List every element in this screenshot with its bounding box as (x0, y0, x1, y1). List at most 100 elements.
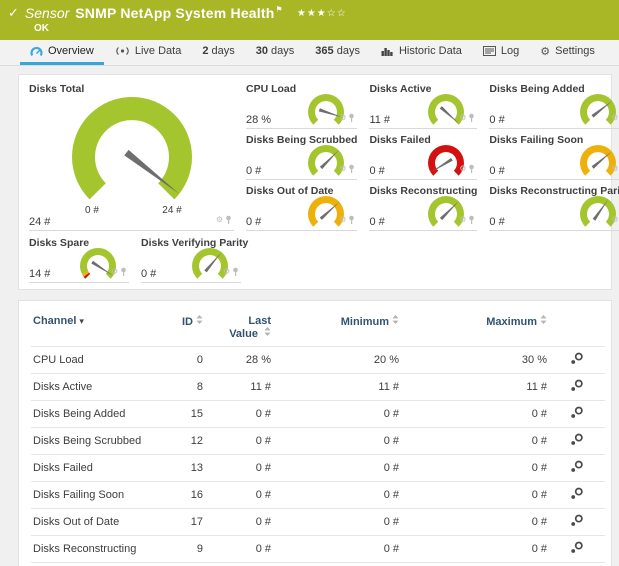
gauge-value: 0 # (246, 216, 261, 228)
gauge-needle (320, 202, 340, 220)
channel-name[interactable]: CPU Load (31, 347, 163, 374)
channel-name[interactable]: Disks Failing Soon (31, 482, 163, 509)
channel-settings-icon[interactable] (570, 437, 584, 449)
channel-settings-icon[interactable] (570, 545, 584, 557)
gauge-gear-icon[interactable]: ⚙ (339, 216, 346, 224)
table-row-disks-being-scrubbed: Disks Being Scrubbed120 #0 #0 # (31, 428, 605, 455)
sensor-title: SNMP NetApp System Health⚑ (75, 5, 283, 21)
gauge-pin-icon[interactable] (468, 160, 475, 178)
last-value: 0 # (205, 509, 273, 536)
channel-id: 17 (163, 509, 205, 536)
log-icon (483, 46, 496, 56)
channel-settings-icon[interactable] (570, 410, 584, 422)
gauge-pin-icon[interactable] (468, 109, 475, 127)
settings-icon: ⚙ (540, 45, 550, 58)
historic-data-icon (381, 46, 394, 56)
gauge-value: 0 # (489, 114, 504, 126)
maximum-value: 11 # (401, 374, 549, 401)
gauge-pin-icon[interactable] (120, 263, 127, 281)
gauge-value: 11 # (369, 114, 390, 126)
channel-name[interactable]: Disks Reconstructing P... (31, 563, 163, 566)
gauge-pin-icon[interactable] (232, 263, 239, 281)
table-header-row: Channel▾IDLastValue MinimumMaximum (31, 307, 605, 347)
maximum-value: 0 # (401, 563, 549, 566)
table-row-disks-reconstructing: Disks Reconstructing90 #0 #0 # (31, 536, 605, 563)
gauge-gear-icon[interactable]: ⚙ (459, 114, 466, 122)
gauge-needle (320, 150, 339, 169)
channel-name[interactable]: Disks Out of Date (31, 509, 163, 536)
column-header-actions (549, 307, 605, 347)
gauge-pin-icon[interactable] (468, 211, 475, 229)
gauge-pin-icon[interactable] (348, 211, 355, 229)
column-header-last-value[interactable]: LastValue (205, 307, 273, 347)
column-label: LastValue (211, 315, 271, 340)
gauge-gear-icon[interactable]: ⚙ (111, 268, 118, 276)
maximum-value: 0 # (401, 428, 549, 455)
column-header-maximum[interactable]: Maximum (401, 307, 549, 347)
gauge-disks-spare: Disks Spare14 #⚙ (29, 237, 129, 283)
gauge-scale-min: 0 # (85, 205, 99, 216)
table-row-disks-being-added: Disks Being Added150 #0 #0 # (31, 401, 605, 428)
channel-settings-icon[interactable] (570, 383, 584, 395)
gauge-gear-icon[interactable]: ⚙ (611, 165, 618, 173)
column-header-channel[interactable]: Channel▾ (31, 307, 163, 347)
gauge-value: 0 # (141, 268, 156, 280)
channel-settings-icon[interactable] (570, 491, 584, 503)
channel-settings-cell (549, 536, 605, 563)
sensor-status-header: ✓ Sensor SNMP NetApp System Health⚑ ★★★☆… (0, 0, 619, 40)
gauge-disks-total: Disks Total 0 #24 # 24 # ⚙ (29, 83, 234, 231)
table-row-cpu-load: CPU Load028 %20 %30 % (31, 347, 605, 374)
tab-historic-data[interactable]: Historic Data (371, 40, 472, 65)
tab-label: 30 days (256, 45, 295, 57)
priority-stars[interactable]: ★★★☆☆ (297, 8, 347, 19)
gauge-gear-icon[interactable]: ⚙ (459, 165, 466, 173)
channel-table-panel: Channel▾IDLastValue MinimumMaximum CPU L… (18, 300, 612, 566)
flag-icon[interactable]: ⚑ (276, 5, 283, 14)
column-header-minimum[interactable]: Minimum (273, 307, 401, 347)
tab-30-days[interactable]: 30 days (246, 40, 305, 65)
channel-name[interactable]: Disks Being Added (31, 401, 163, 428)
gauge-gear-icon[interactable]: ⚙ (339, 165, 346, 173)
sensor-status-badge: OK (34, 23, 609, 34)
gauge-disks-reconstructing-parity: Disks Reconstructing Parity0 #⚙ (489, 185, 619, 231)
gauge-gear-icon[interactable]: ⚙ (611, 114, 618, 122)
live-data-icon (115, 46, 130, 56)
gauge-gear-icon[interactable]: ⚙ (459, 216, 466, 224)
maximum-value: 0 # (401, 455, 549, 482)
last-value: 0 # (205, 536, 273, 563)
gauge-scale-max: 24 # (162, 205, 182, 216)
column-header-id[interactable]: ID (163, 307, 205, 347)
gauge-pin-icon[interactable] (225, 211, 232, 229)
last-value: 0 # (205, 455, 273, 482)
tab-overview[interactable]: Overview (20, 40, 104, 65)
minimum-value: 0 # (273, 563, 401, 566)
gauge-gear-icon[interactable]: ⚙ (611, 216, 618, 224)
channel-settings-cell (549, 374, 605, 401)
channel-name[interactable]: Disks Active (31, 374, 163, 401)
channel-settings-cell (549, 563, 605, 566)
channel-id: 12 (163, 428, 205, 455)
channel-settings-icon[interactable] (570, 356, 584, 368)
gauge-gear-icon[interactable]: ⚙ (223, 268, 230, 276)
channel-name[interactable]: Disks Failed (31, 455, 163, 482)
channel-settings-icon[interactable] (570, 464, 584, 476)
gauge-pin-icon[interactable] (348, 160, 355, 178)
table-row-disks-reconstructing-p: Disks Reconstructing P...100 #0 #0 # (31, 563, 605, 566)
channel-name[interactable]: Disks Reconstructing (31, 536, 163, 563)
last-value: 0 # (205, 401, 273, 428)
sort-icon (264, 327, 271, 339)
gauge-pin-icon[interactable] (348, 109, 355, 127)
gauge-gear-icon[interactable]: ⚙ (216, 216, 223, 224)
channel-id: 8 (163, 374, 205, 401)
tab-settings[interactable]: ⚙Settings (530, 40, 605, 65)
tab-label: 365 days (315, 45, 360, 57)
tab-365-days[interactable]: 365 days (305, 40, 370, 65)
tab-live-data[interactable]: Live Data (105, 40, 191, 65)
channel-name[interactable]: Disks Being Scrubbed (31, 428, 163, 455)
tab-log[interactable]: Log (473, 40, 529, 65)
channel-id: 15 (163, 401, 205, 428)
tab-2-days[interactable]: 2 days (192, 40, 244, 65)
channel-settings-icon[interactable] (570, 518, 584, 530)
gauge-gear-icon[interactable]: ⚙ (339, 114, 346, 122)
maximum-value: 0 # (401, 536, 549, 563)
